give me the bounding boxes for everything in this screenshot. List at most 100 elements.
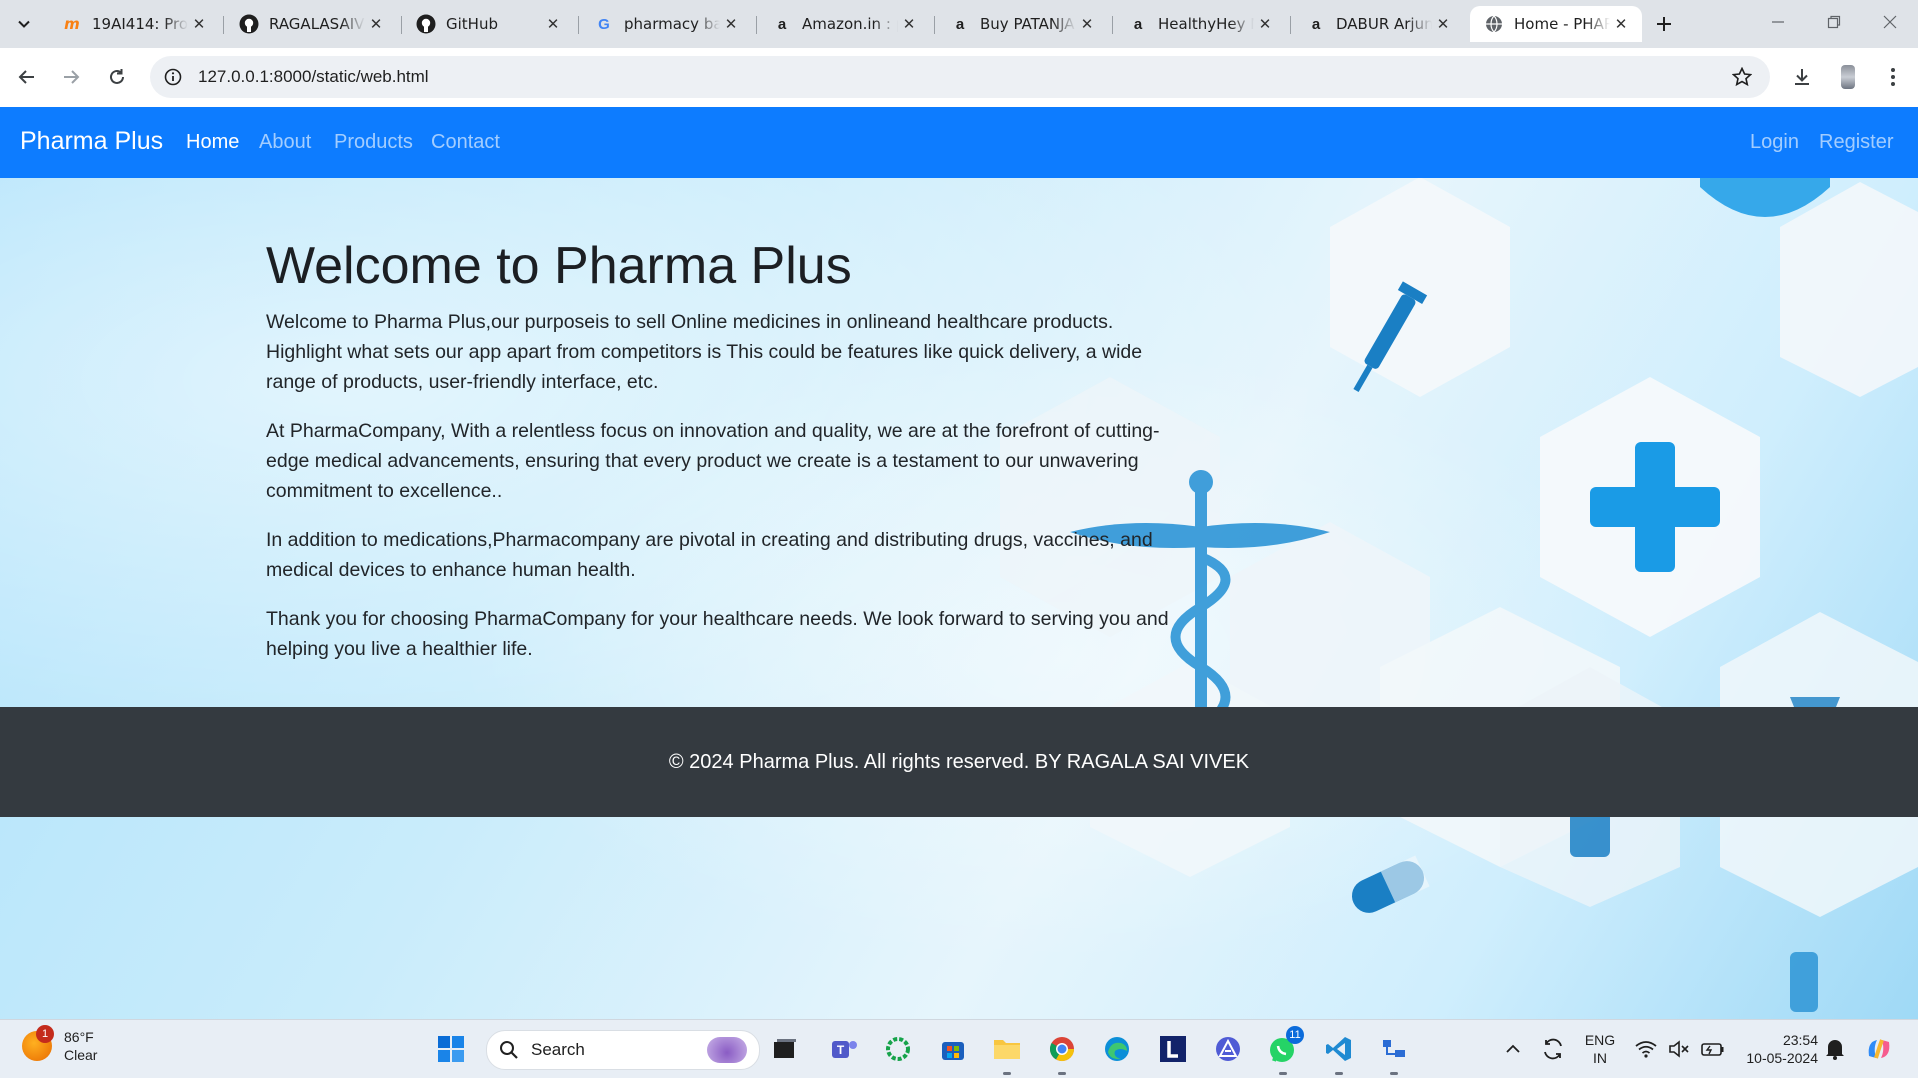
minimize-button[interactable] [1750, 0, 1806, 44]
close-icon[interactable]: ✕ [542, 13, 564, 35]
new-tab-button[interactable] [1650, 10, 1678, 38]
sync-icon [1544, 1038, 1562, 1060]
whatsapp-button[interactable]: 11 [1266, 1026, 1304, 1066]
tab-amazon-1[interactable]: a Amazon.in : p ✕ [758, 6, 930, 42]
amazon-icon: a [1133, 15, 1143, 33]
sync-tray-button[interactable] [1536, 1032, 1570, 1066]
site-footer: © 2024 Pharma Plus. All rights reserved.… [0, 707, 1918, 817]
green-ring-app-icon [886, 1037, 910, 1061]
amazon-icon: a [1311, 15, 1321, 33]
tab-title: RAGALASAIVI [269, 15, 365, 33]
github-icon [416, 14, 436, 34]
tab-amazon-2[interactable]: a Buy PATANJA ✕ [936, 6, 1108, 42]
clock-date: 10-05-2024 [1746, 1050, 1818, 1066]
reload-icon [110, 69, 124, 84]
url-text: 127.0.0.1:8000/static/web.html [198, 67, 429, 86]
close-icon[interactable]: ✕ [1610, 13, 1632, 35]
close-icon[interactable]: ✕ [1432, 13, 1454, 35]
start-button[interactable] [434, 1032, 468, 1066]
close-icon[interactable]: ✕ [1254, 13, 1276, 35]
browser-toolbar: 127.0.0.1:8000/static/web.html [0, 48, 1918, 107]
circle-app-button[interactable] [881, 1032, 915, 1066]
tab-19ai414[interactable]: m 19AI414: Proj ✕ [48, 6, 220, 42]
vscode-button[interactable] [1322, 1032, 1356, 1066]
vscode-icon [1326, 1037, 1351, 1061]
system-status-button[interactable] [1630, 1032, 1730, 1066]
site-info-icon[interactable] [162, 66, 184, 88]
l-letter-app-icon [1160, 1036, 1186, 1062]
weather-widget[interactable]: 1 86°F Clear [22, 1025, 98, 1064]
close-icon[interactable]: ✕ [720, 13, 742, 35]
language-code: ENG [1584, 1032, 1616, 1048]
show-hidden-icons-button[interactable] [1496, 1032, 1530, 1066]
amazon-icon: a [955, 15, 965, 33]
back-button[interactable] [12, 62, 42, 92]
tab-title: Amazon.in : p [802, 15, 898, 33]
tab-amazon-3[interactable]: a HealthyHey N ✕ [1114, 6, 1286, 42]
network-tool-button[interactable] [1377, 1032, 1411, 1066]
amazon-icon: a [777, 15, 787, 33]
task-view-button[interactable] [768, 1032, 802, 1066]
notification-badge: 1 [36, 1025, 54, 1043]
nav-contact-link[interactable]: Contact [431, 131, 500, 154]
task-view-icon [774, 1039, 796, 1058]
windows-logo-icon [438, 1036, 464, 1062]
site-brand-link[interactable]: Pharma Plus [20, 127, 163, 156]
address-bar[interactable]: 127.0.0.1:8000/static/web.html [150, 56, 1770, 98]
l-app-button[interactable] [1156, 1032, 1190, 1066]
tab-home-active[interactable]: Home - PHAR ✕ [1470, 6, 1642, 42]
close-icon[interactable]: ✕ [898, 13, 920, 35]
tab-github[interactable]: GitHub ✕ [402, 6, 574, 42]
file-explorer-button[interactable] [990, 1032, 1024, 1066]
downloads-button[interactable] [1787, 62, 1817, 92]
notifications-button[interactable] [1818, 1032, 1852, 1066]
tab-pharmacy-search[interactable]: G pharmacy ba ✕ [580, 6, 752, 42]
nav-products-link[interactable]: Products [334, 131, 413, 154]
chrome-button[interactable] [1045, 1032, 1079, 1066]
svg-text:T: T [837, 1043, 845, 1057]
battery-icon [1700, 1043, 1724, 1056]
triangle-app-button[interactable] [1211, 1032, 1245, 1066]
taskbar-search-box[interactable]: Search [486, 1030, 760, 1070]
close-icon[interactable]: ✕ [1076, 13, 1098, 35]
weather-sun-icon: 1 [22, 1025, 54, 1061]
weather-temperature: 86°F [64, 1029, 94, 1045]
tab-amazon-4[interactable]: a DABUR Arjun ✕ [1292, 6, 1464, 42]
weather-description: Clear [64, 1047, 98, 1063]
nav-login-link[interactable]: Login [1750, 131, 1799, 154]
folder-icon [994, 1040, 1020, 1059]
restore-icon [1827, 15, 1841, 29]
store-button[interactable] [936, 1032, 970, 1066]
copilot-button[interactable] [1862, 1032, 1896, 1066]
speaker-muted-icon [1669, 1040, 1689, 1058]
browser-menu-button[interactable] [1878, 62, 1908, 92]
google-icon: G [598, 15, 610, 33]
clock[interactable]: 23:54 10-05-2024 [1732, 1031, 1818, 1067]
tab-title: 19AI414: Proj [92, 15, 188, 33]
running-indicator [1003, 1072, 1011, 1075]
restore-button[interactable] [1806, 0, 1862, 44]
forward-button[interactable] [56, 62, 86, 92]
tab-title: DABUR Arjun [1336, 15, 1432, 33]
triangle-app-icon [1216, 1037, 1240, 1061]
page-title: Welcome to Pharma Plus [266, 237, 852, 295]
tab-title: Buy PATANJA [980, 15, 1075, 33]
running-indicator [1390, 1072, 1398, 1075]
tab-ragalasaivi[interactable]: RAGALASAIVI ✕ [225, 6, 397, 42]
bookmark-star-icon[interactable] [1730, 65, 1754, 89]
close-window-button[interactable] [1862, 0, 1918, 44]
teams-button[interactable]: T [827, 1032, 861, 1066]
tab-search-button[interactable] [9, 9, 39, 39]
nav-home-link[interactable]: Home [186, 131, 239, 154]
copilot-icon [1868, 1039, 1890, 1059]
nav-about-link[interactable]: About [259, 131, 311, 154]
close-icon[interactable]: ✕ [188, 13, 210, 35]
language-indicator[interactable]: ENG IN [1580, 1031, 1620, 1067]
edge-button[interactable] [1100, 1032, 1134, 1066]
more-vertical-icon [1891, 68, 1895, 86]
chevron-down-icon [18, 20, 30, 28]
profile-button[interactable] [1833, 62, 1863, 92]
nav-register-link[interactable]: Register [1819, 131, 1893, 154]
close-icon[interactable]: ✕ [365, 13, 387, 35]
reload-button[interactable] [102, 62, 132, 92]
